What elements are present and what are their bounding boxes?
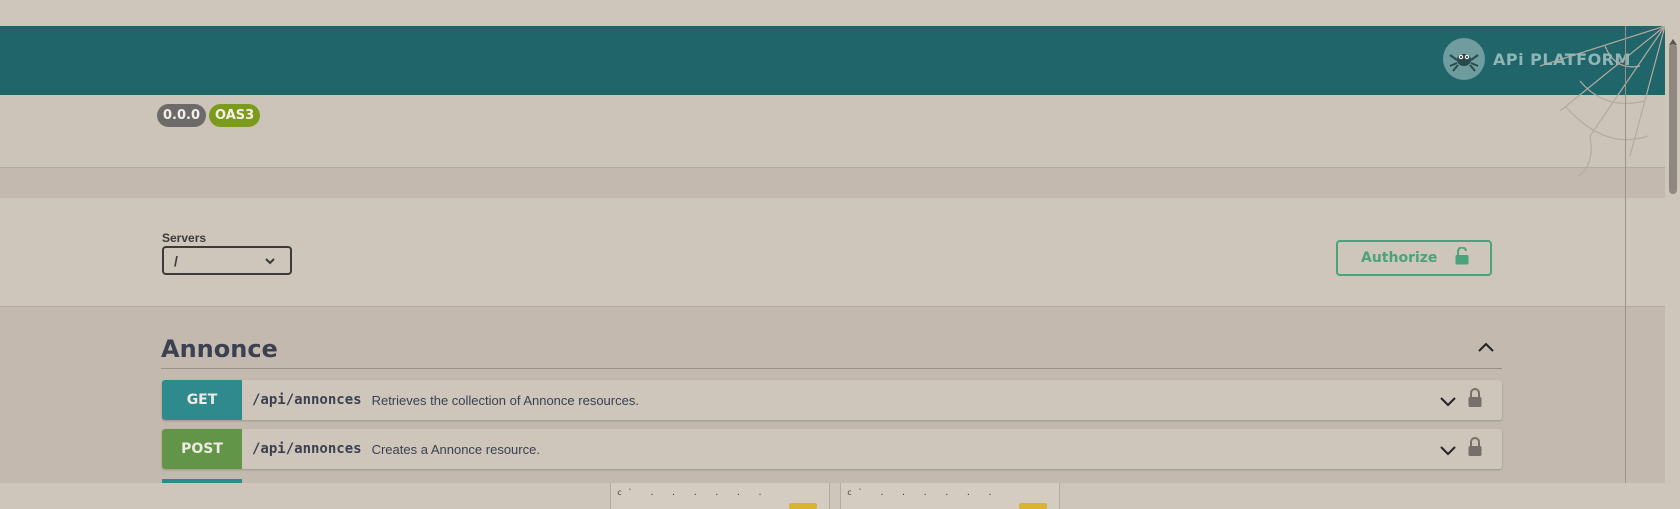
operation-path: /api/annonces — [252, 392, 362, 408]
operation-post-annonces[interactable]: POST /api/annonces Creates a Annonce res… — [162, 429, 1502, 469]
tag-divider — [161, 368, 1502, 369]
preview-texture: c` . . . . . . — [617, 488, 769, 497]
scheme-container: Servers / Authorize — [0, 198, 1665, 307]
header-bar — [0, 26, 1665, 95]
info-section: 0.0.0 OAS3 — [0, 95, 1665, 168]
servers-label: Servers — [162, 231, 207, 245]
operation-path: /api/annonces — [252, 441, 362, 457]
preview-texture: c` . . . . . . — [847, 488, 999, 497]
version-badge: 0.0.0 — [157, 104, 207, 127]
servers-select[interactable]: / — [162, 246, 292, 275]
operation-get-annonces[interactable]: GET /api/annonces Retrieves the collecti… — [162, 380, 1502, 420]
servers-selected-value: / — [174, 252, 178, 269]
operation-summary: Creates a Annonce resource. — [371, 441, 540, 457]
top-bar — [0, 0, 1680, 26]
lock-icon[interactable] — [1468, 437, 1482, 462]
scrollbar-thumb[interactable] — [1669, 44, 1677, 194]
chevron-down-icon — [264, 254, 276, 270]
operations-section: Annonce GET /api/annonces Retrieves the … — [0, 307, 1665, 483]
chevron-down-icon[interactable] — [1439, 441, 1457, 464]
chevron-down-icon[interactable] — [1439, 392, 1457, 415]
unlocked-lock-icon — [1455, 246, 1469, 269]
preview-thumbnail: c` . . . . . . — [840, 483, 1060, 509]
method-badge-get: GET — [162, 380, 242, 420]
operation-summary: Retrieves the collection of Annonce reso… — [371, 392, 639, 408]
section-divider — [0, 168, 1665, 198]
spiderweb-thread — [1625, 26, 1626, 483]
authorize-label: Authorize — [1361, 250, 1438, 266]
method-badge-post: POST — [162, 429, 242, 469]
preview-highlight — [789, 503, 817, 509]
authorize-button[interactable]: Authorize — [1336, 240, 1492, 276]
preview-thumbnail: c` . . . . . . — [610, 483, 830, 509]
bottom-strip: c` . . . . . . c` . . . . . . — [0, 483, 1680, 509]
spider-logo-icon — [1443, 38, 1485, 80]
tag-title[interactable]: Annonce — [161, 335, 278, 363]
vertical-scrollbar[interactable] — [1665, 26, 1680, 483]
lock-icon[interactable] — [1468, 388, 1482, 413]
oas-badge: OAS3 — [209, 104, 261, 127]
spiderweb-decoration — [1520, 25, 1666, 181]
chevron-up-icon[interactable] — [1476, 337, 1496, 362]
preview-highlight — [1019, 503, 1047, 509]
